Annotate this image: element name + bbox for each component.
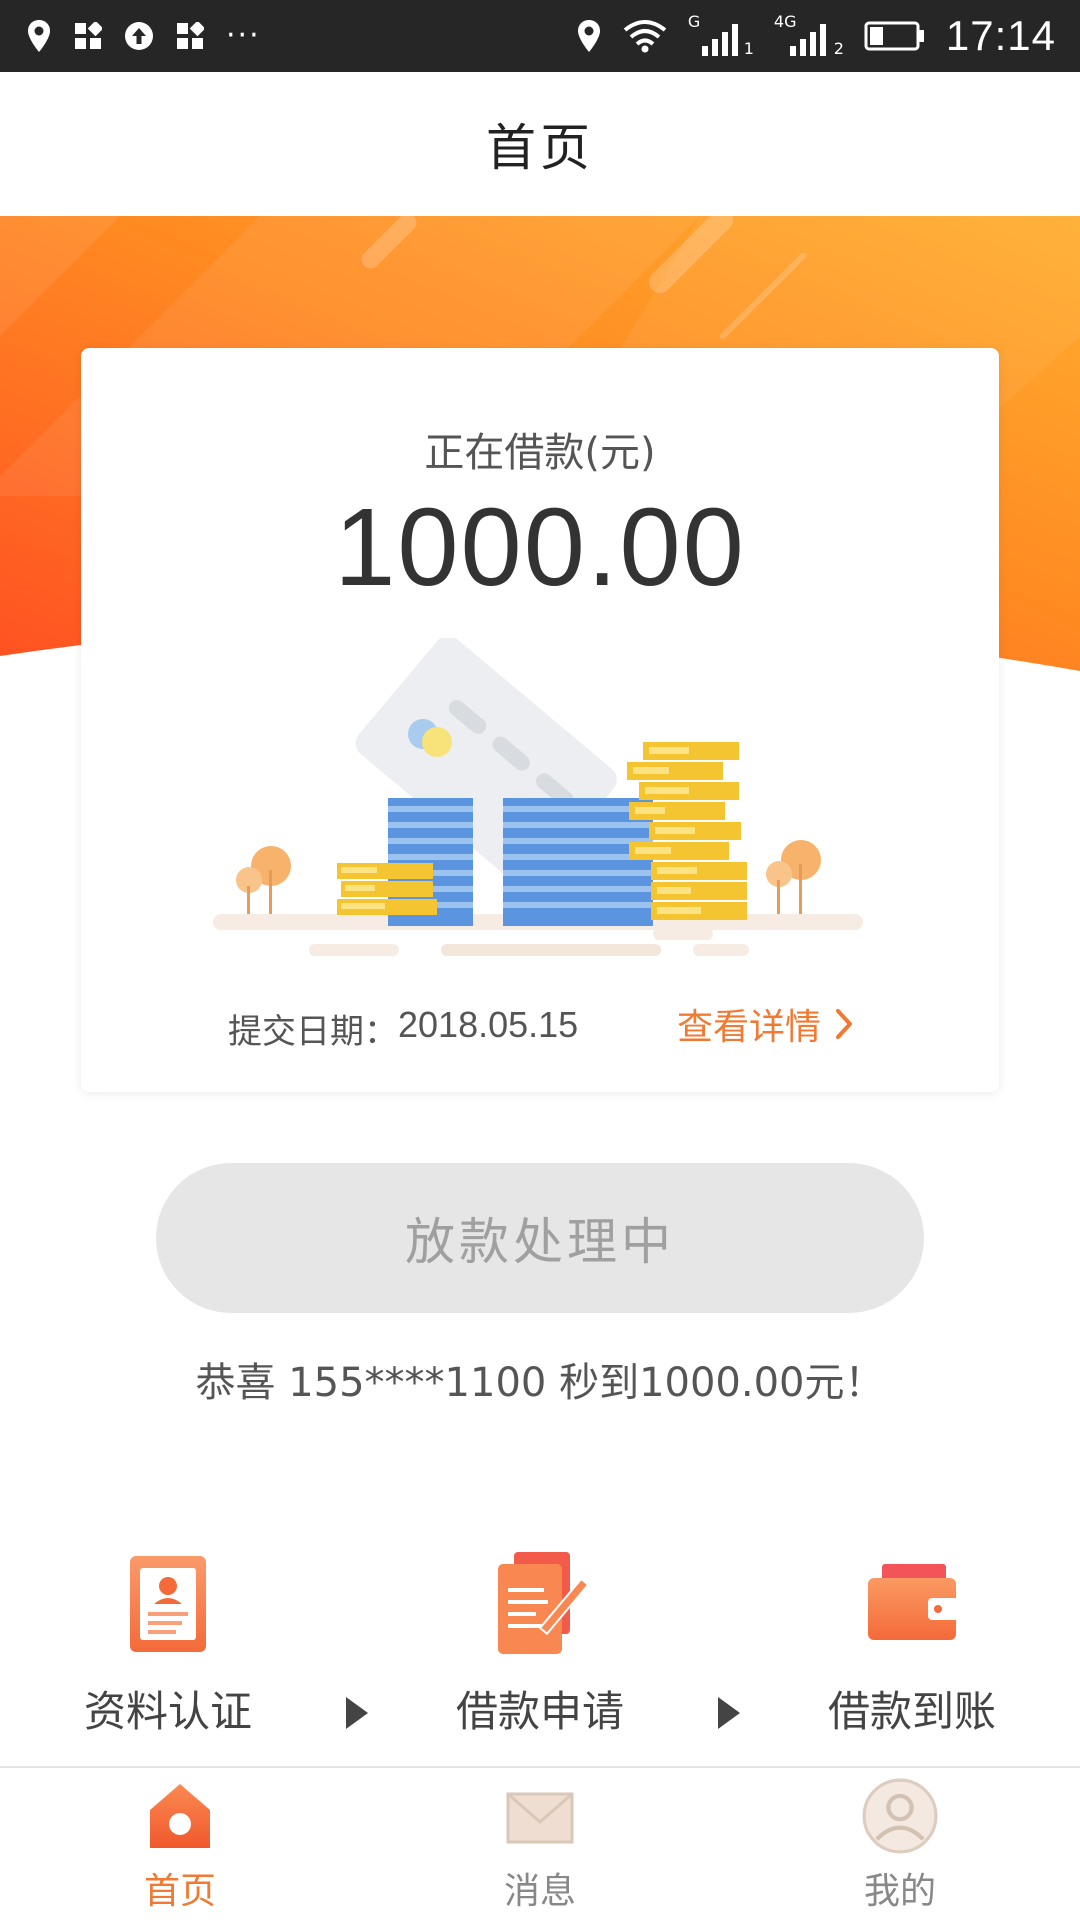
loan-apply-icon [498,1552,590,1654]
page-title: 首页 [486,119,594,177]
wifi-icon [623,20,667,53]
loan-processing-button[interactable]: 放款处理中 [156,1163,924,1313]
loan-card: 正在借款(元) 1000.00 提交日期： 2018.05.15 查看详情 [81,348,999,1092]
submit-date-value: 2018.05.15 [398,1004,579,1045]
status-bar-right: G 1 4G 2 17:14 [576,10,1056,62]
app-grid-icon [75,22,102,49]
step-arrow-icon [718,1697,740,1729]
signal-4g-icon: 4G 2 [774,12,844,58]
app-header: 首页 [0,72,1080,216]
step-id-verify[interactable]: 资料认证 [48,1550,288,1750]
tab-messages[interactable]: 消息 [440,1768,640,1920]
sim-slot-label: 2 [833,39,844,58]
status-bar-left: ··· [26,14,261,58]
loan-amount: 1000.00 [334,486,746,609]
avatar-icon [862,1778,938,1854]
location-icon [577,20,600,52]
id-verify-icon [130,1556,206,1652]
step-label: 资料认证 [83,1687,252,1736]
tab-label: 我的 [863,1871,936,1912]
congrats-message: 恭喜 155****1100 秒到1000.00元！ [195,1360,885,1406]
submit-date-label: 提交日期： [228,1012,398,1052]
loan-illustration [213,638,863,956]
status-time: 17:14 [945,12,1056,59]
submit-date: 提交日期： 2018.05.15 [228,1004,578,1053]
home-icon [150,1784,210,1848]
tab-label: 首页 [143,1871,216,1912]
tab-home[interactable]: 首页 [80,1768,280,1920]
chevron-right-icon [836,1009,852,1039]
tab-bar: 首页 消息 我的 [0,1766,1080,1920]
sim-slot-label: 1 [743,39,754,58]
step-arrow-icon [346,1697,368,1729]
battery-icon [864,21,924,51]
step-loan-received[interactable]: 借款到账 [792,1550,1032,1750]
loan-label: 正在借款(元) [424,430,656,476]
tab-label: 消息 [503,1871,576,1912]
status-bar: ··· G 1 4G 2 17:14 [0,0,1080,72]
more-dots-icon: ··· [226,18,261,53]
tab-profile[interactable]: 我的 [800,1768,1000,1920]
loan-steps: 资料认证 借款申请 借款到账 [0,1550,1080,1750]
view-details-label: 查看详情 [676,1007,821,1048]
location-icon [28,20,50,52]
wallet-icon [868,1564,958,1640]
view-details-link[interactable]: 查看详情 [677,998,853,1050]
mail-icon [506,1792,574,1844]
upload-icon [125,22,153,50]
step-label: 借款到账 [827,1687,996,1736]
step-loan-apply[interactable]: 借款申请 [420,1550,660,1750]
network-type-label: G [687,12,701,31]
step-label: 借款申请 [455,1687,624,1736]
app-grid-icon [177,22,204,49]
signal-g-icon: G 1 [687,12,754,58]
